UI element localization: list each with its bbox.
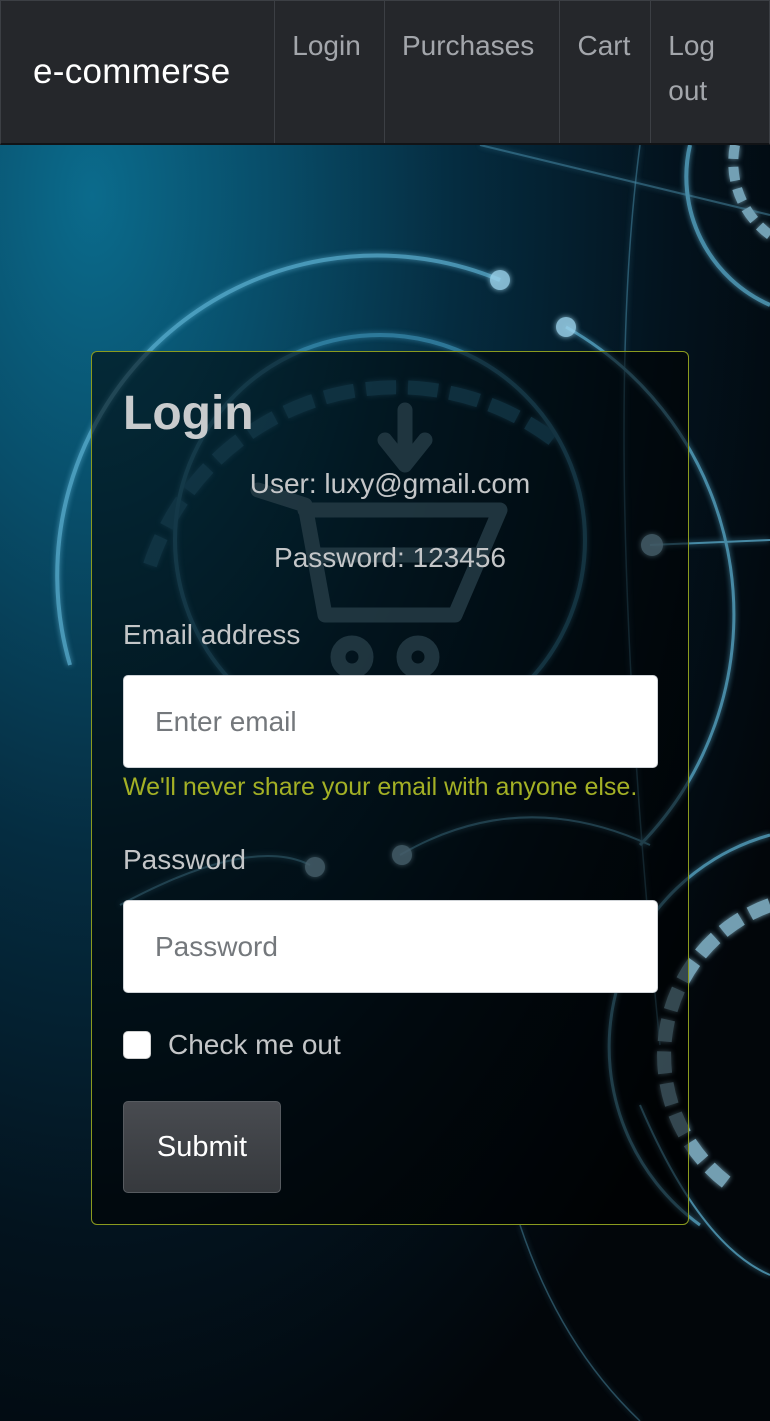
nav-cart-link[interactable]: Cart (560, 1, 652, 143)
nav-logout-link[interactable]: Log out (651, 1, 769, 143)
demo-password-text: Password: 123456 (274, 542, 506, 573)
checkbox-label: Check me out (168, 1029, 341, 1060)
password-label: Password (123, 844, 246, 875)
demo-user-text: User: luxy@gmail.com (249, 468, 531, 499)
email-help-text: We'll never share your email with anyone… (123, 773, 638, 801)
login-title: Login (123, 387, 254, 440)
check-me-out-checkbox[interactable] (123, 1031, 151, 1059)
brand-logo[interactable]: e-commerse (1, 1, 276, 143)
remember-checkbox-row[interactable]: Check me out (123, 1029, 341, 1061)
submit-button[interactable]: Submit (123, 1101, 281, 1193)
nav-purchases-link[interactable]: Purchases (385, 1, 561, 143)
email-label: Email address (123, 619, 301, 650)
nav-login-link[interactable]: Login (275, 1, 385, 143)
password-field[interactable] (123, 900, 658, 993)
email-field[interactable] (123, 675, 658, 768)
login-card: Login User: luxy@gmail.com Password: 123… (91, 351, 689, 1225)
top-navbar: e-commerse Login Purchases Cart Log out (0, 0, 770, 145)
